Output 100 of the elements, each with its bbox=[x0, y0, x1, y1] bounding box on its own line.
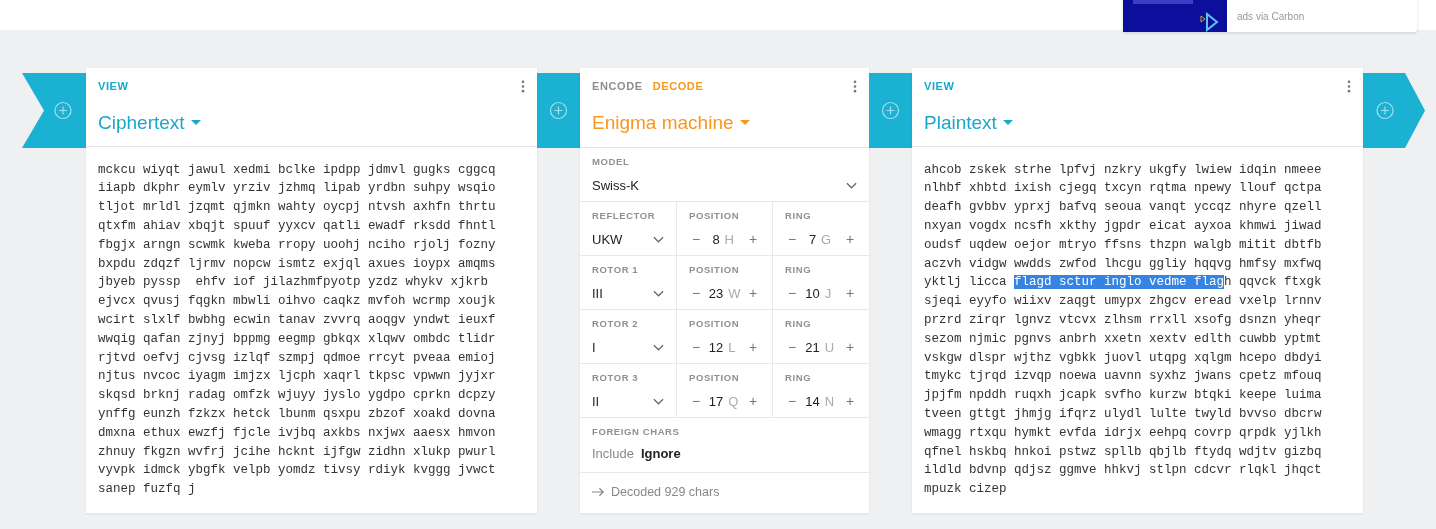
number-value[interactable]: 12 bbox=[708, 339, 724, 355]
text-line: zhnuy fkgzn wvfrj jcihe hcknt ijfgw zidhn xlukp pwurl bbox=[98, 443, 497, 461]
decrement-button[interactable]: − bbox=[785, 339, 799, 355]
panel-title-dropdown[interactable]: Plaintext bbox=[924, 112, 1013, 134]
more-options-icon[interactable] bbox=[521, 79, 525, 93]
text-line: wmagg rtxqu hymkt evfda idrjx eehpq covrp qrpdk yjlkh bbox=[924, 424, 1323, 442]
text-line: jpjfm npddh ruqxh jcapk svfho kurzw btqki keepe luima bbox=[924, 387, 1323, 405]
text-line: mpuzk cizep bbox=[924, 481, 1008, 499]
increment-button[interactable]: + bbox=[746, 393, 760, 409]
field-label: POSITION bbox=[689, 372, 741, 385]
text-line: jbyeb pyssp ehfv iof jilazhmfpyotp yzdz whykv xjkrb bbox=[98, 274, 490, 292]
field-label: RING bbox=[785, 318, 813, 331]
text-line: nlhbf xhbtd ixish cjegq txcyn rqtma npewy llouf qctpa bbox=[924, 180, 1323, 198]
text-line: ildld bdvnp qdjsz ggmve hhkvj stlpn cdcvr rlqkl jhqct bbox=[924, 462, 1323, 480]
text-line: vyvpk idmck ybgfk velpb yomdz tivsy rdiyk kvggg jvwct bbox=[98, 462, 497, 480]
decrement-button[interactable]: − bbox=[689, 231, 703, 247]
text-line: wcirt slxlf bwbhg ecwin tanav zvvrq aoqgv yndwt ieuxf bbox=[98, 312, 497, 330]
mode-tab[interactable]: VIEW bbox=[98, 80, 129, 92]
text-line: skqsd brknj radag omfzk wjuyy jyslo ygdpo cprkn dcpzy bbox=[98, 387, 497, 405]
increment-button[interactable]: + bbox=[843, 285, 857, 301]
text-line: sezom njmic pgnvs anbrh xxetn xextv edlth cuwbb yptmt bbox=[924, 330, 1323, 348]
field-label: RING bbox=[785, 210, 813, 223]
field-label: ROTOR 3 bbox=[592, 372, 640, 385]
chevron-down-icon bbox=[653, 343, 664, 351]
field-label: MODEL bbox=[592, 156, 631, 169]
text-line: rjtvd oefvj cjvsg izlqf szmpj qdmoe rrcyt pveaa emioj bbox=[98, 349, 497, 367]
decrement-button[interactable]: − bbox=[785, 231, 799, 247]
rotor-select[interactable]: II bbox=[592, 392, 664, 410]
field-label: FOREIGN CHARS bbox=[592, 426, 681, 439]
text-line: sjeqi eyyfo wiixv zaqgt umypx zhgcv eread vxelp lrnnv bbox=[924, 293, 1323, 311]
chevron-down-icon bbox=[653, 289, 664, 297]
letter-value: L bbox=[728, 339, 737, 355]
field-label: POSITION bbox=[689, 264, 741, 277]
ad-card[interactable]: ads via Carbon bbox=[1123, 0, 1417, 32]
text-line: nxyan vogdx ncsfh xkthy jgpdr eicat ayxoa khmwi jiwad bbox=[924, 218, 1323, 236]
increment-button[interactable]: + bbox=[843, 339, 857, 355]
text-line: mckcu wiyqt jawul xedmi bclke ipdpp jdmvl gugks cggcq bbox=[98, 161, 497, 179]
decrement-button[interactable]: − bbox=[689, 393, 703, 409]
text-line: przrd zirqr lgnvz vtcvx zlhsm rrxll xsofg dsnzn yheqr bbox=[924, 312, 1323, 330]
text-line: deafh gvbbv yprxj bafvq seoua vanqt yccqz nhyre qzell bbox=[924, 199, 1323, 217]
letter-value: G bbox=[821, 231, 833, 247]
mode-tab[interactable]: VIEW bbox=[924, 80, 955, 92]
field-label: ROTOR 1 bbox=[592, 264, 640, 277]
increment-button[interactable]: + bbox=[746, 285, 760, 301]
text-line: fbgjx arngn scwmk kweba rropy uoohj nciho rjolj fozny bbox=[98, 236, 497, 254]
increment-button[interactable]: + bbox=[843, 231, 857, 247]
chevron-down-icon bbox=[846, 181, 857, 189]
rotor-select[interactable]: III bbox=[592, 284, 664, 302]
text-line: bxpdu zdqzf ljrmv nopcw ismtz exjql axues ioypx amqms bbox=[98, 255, 497, 273]
option-toggle[interactable]: Ignore bbox=[640, 446, 681, 461]
text-line: sanep fuzfq j bbox=[98, 481, 197, 499]
number-value[interactable]: 23 bbox=[708, 285, 724, 301]
option-toggle[interactable]: Include bbox=[592, 446, 634, 461]
text-line: ahcob zskek strhe lpfvj nzkry ukgfy lwiew idqin nmeee bbox=[924, 161, 1323, 179]
more-options-icon[interactable] bbox=[1347, 79, 1351, 93]
field-label: POSITION bbox=[689, 318, 741, 331]
rotor-select[interactable]: UKW bbox=[592, 230, 664, 248]
mode-tab[interactable]: ENCODE bbox=[592, 80, 643, 92]
field-label: ROTOR 2 bbox=[592, 318, 640, 331]
number-value[interactable]: 10 bbox=[805, 285, 820, 301]
increment-button[interactable]: + bbox=[746, 231, 760, 247]
panel-title-dropdown[interactable]: Ciphertext bbox=[98, 112, 201, 134]
decrement-button[interactable]: − bbox=[785, 393, 799, 409]
rotor-select[interactable]: I bbox=[592, 338, 664, 356]
letter-value: W bbox=[728, 285, 741, 301]
ad-caption[interactable]: ads via Carbon bbox=[1237, 10, 1305, 22]
field-label: RING bbox=[785, 372, 813, 385]
decrement-button[interactable]: − bbox=[689, 339, 703, 355]
chevron-down-icon bbox=[653, 235, 664, 243]
increment-button[interactable]: + bbox=[843, 393, 857, 409]
text-line: aczvh vidgw wwdds zwfod lhcgu ggliy hqqvg hmfsy mxfwq bbox=[924, 255, 1323, 273]
decrement-button[interactable]: − bbox=[689, 285, 703, 301]
model-select[interactable]: Swiss-K bbox=[592, 176, 857, 194]
chevron-down-icon bbox=[653, 397, 664, 405]
text-line: tljot mrldl jzqmt qjmkn wahty oycpj ntvsh axhfn thrtu bbox=[98, 199, 497, 217]
field-label: RING bbox=[785, 264, 813, 277]
decrement-button[interactable]: − bbox=[785, 285, 799, 301]
text-line: ejvcx qvusj fqgkn mbwli oihvo caqkz mvfoh wcrmp xoujk bbox=[98, 293, 497, 311]
number-value[interactable]: 17 bbox=[708, 393, 724, 409]
text-line: njtus nvcoc iyagm imjzx ljcph xaqrl tkpsc vpwwn jyjxr bbox=[98, 368, 497, 386]
number-value[interactable]: 7 bbox=[808, 231, 817, 247]
text-line: iiapb dkphr eymlv yrziv jzhmq lipab yrdbn suhpy wsqio bbox=[98, 180, 497, 198]
number-value[interactable]: 14 bbox=[805, 393, 820, 409]
letter-value: Q bbox=[728, 393, 740, 409]
text-line: oudsf uqdew oejor mtryo ffsns thzpn walgb mitit dbtfb bbox=[924, 236, 1323, 254]
number-value[interactable]: 21 bbox=[805, 339, 820, 355]
letter-value: U bbox=[824, 339, 836, 355]
text-line: dmxna ethux ewzfj fjcle ivjbq axkbs nxjwx aaesx hmvon bbox=[98, 424, 497, 442]
text-line: tveen gttgt jhmjg ifqrz ulydl lulte twyld bvvso dbcrw bbox=[924, 406, 1323, 423]
text-line: qtxfm ahiav xbqjt spuuf yyxcv qatli ewadf rksdd fhntl bbox=[98, 218, 497, 236]
letter-value: H bbox=[724, 231, 735, 247]
text-line: qfnel hskbq hnkoi pstwz spllb qbjlb ftydq wdjtv gizbq bbox=[924, 443, 1323, 461]
letter-value: N bbox=[824, 393, 836, 409]
text-line: vskgw dlspr wjthz vgbkk juovl utqpg xqlgm hcepo dbdyi bbox=[924, 349, 1323, 367]
increment-button[interactable]: + bbox=[746, 339, 760, 355]
status-text: Decoded 929 chars bbox=[611, 485, 720, 499]
caret-icon bbox=[739, 120, 750, 126]
more-options-icon[interactable] bbox=[853, 79, 857, 93]
letter-value: J bbox=[824, 285, 833, 301]
number-value[interactable]: 8 bbox=[712, 231, 720, 247]
